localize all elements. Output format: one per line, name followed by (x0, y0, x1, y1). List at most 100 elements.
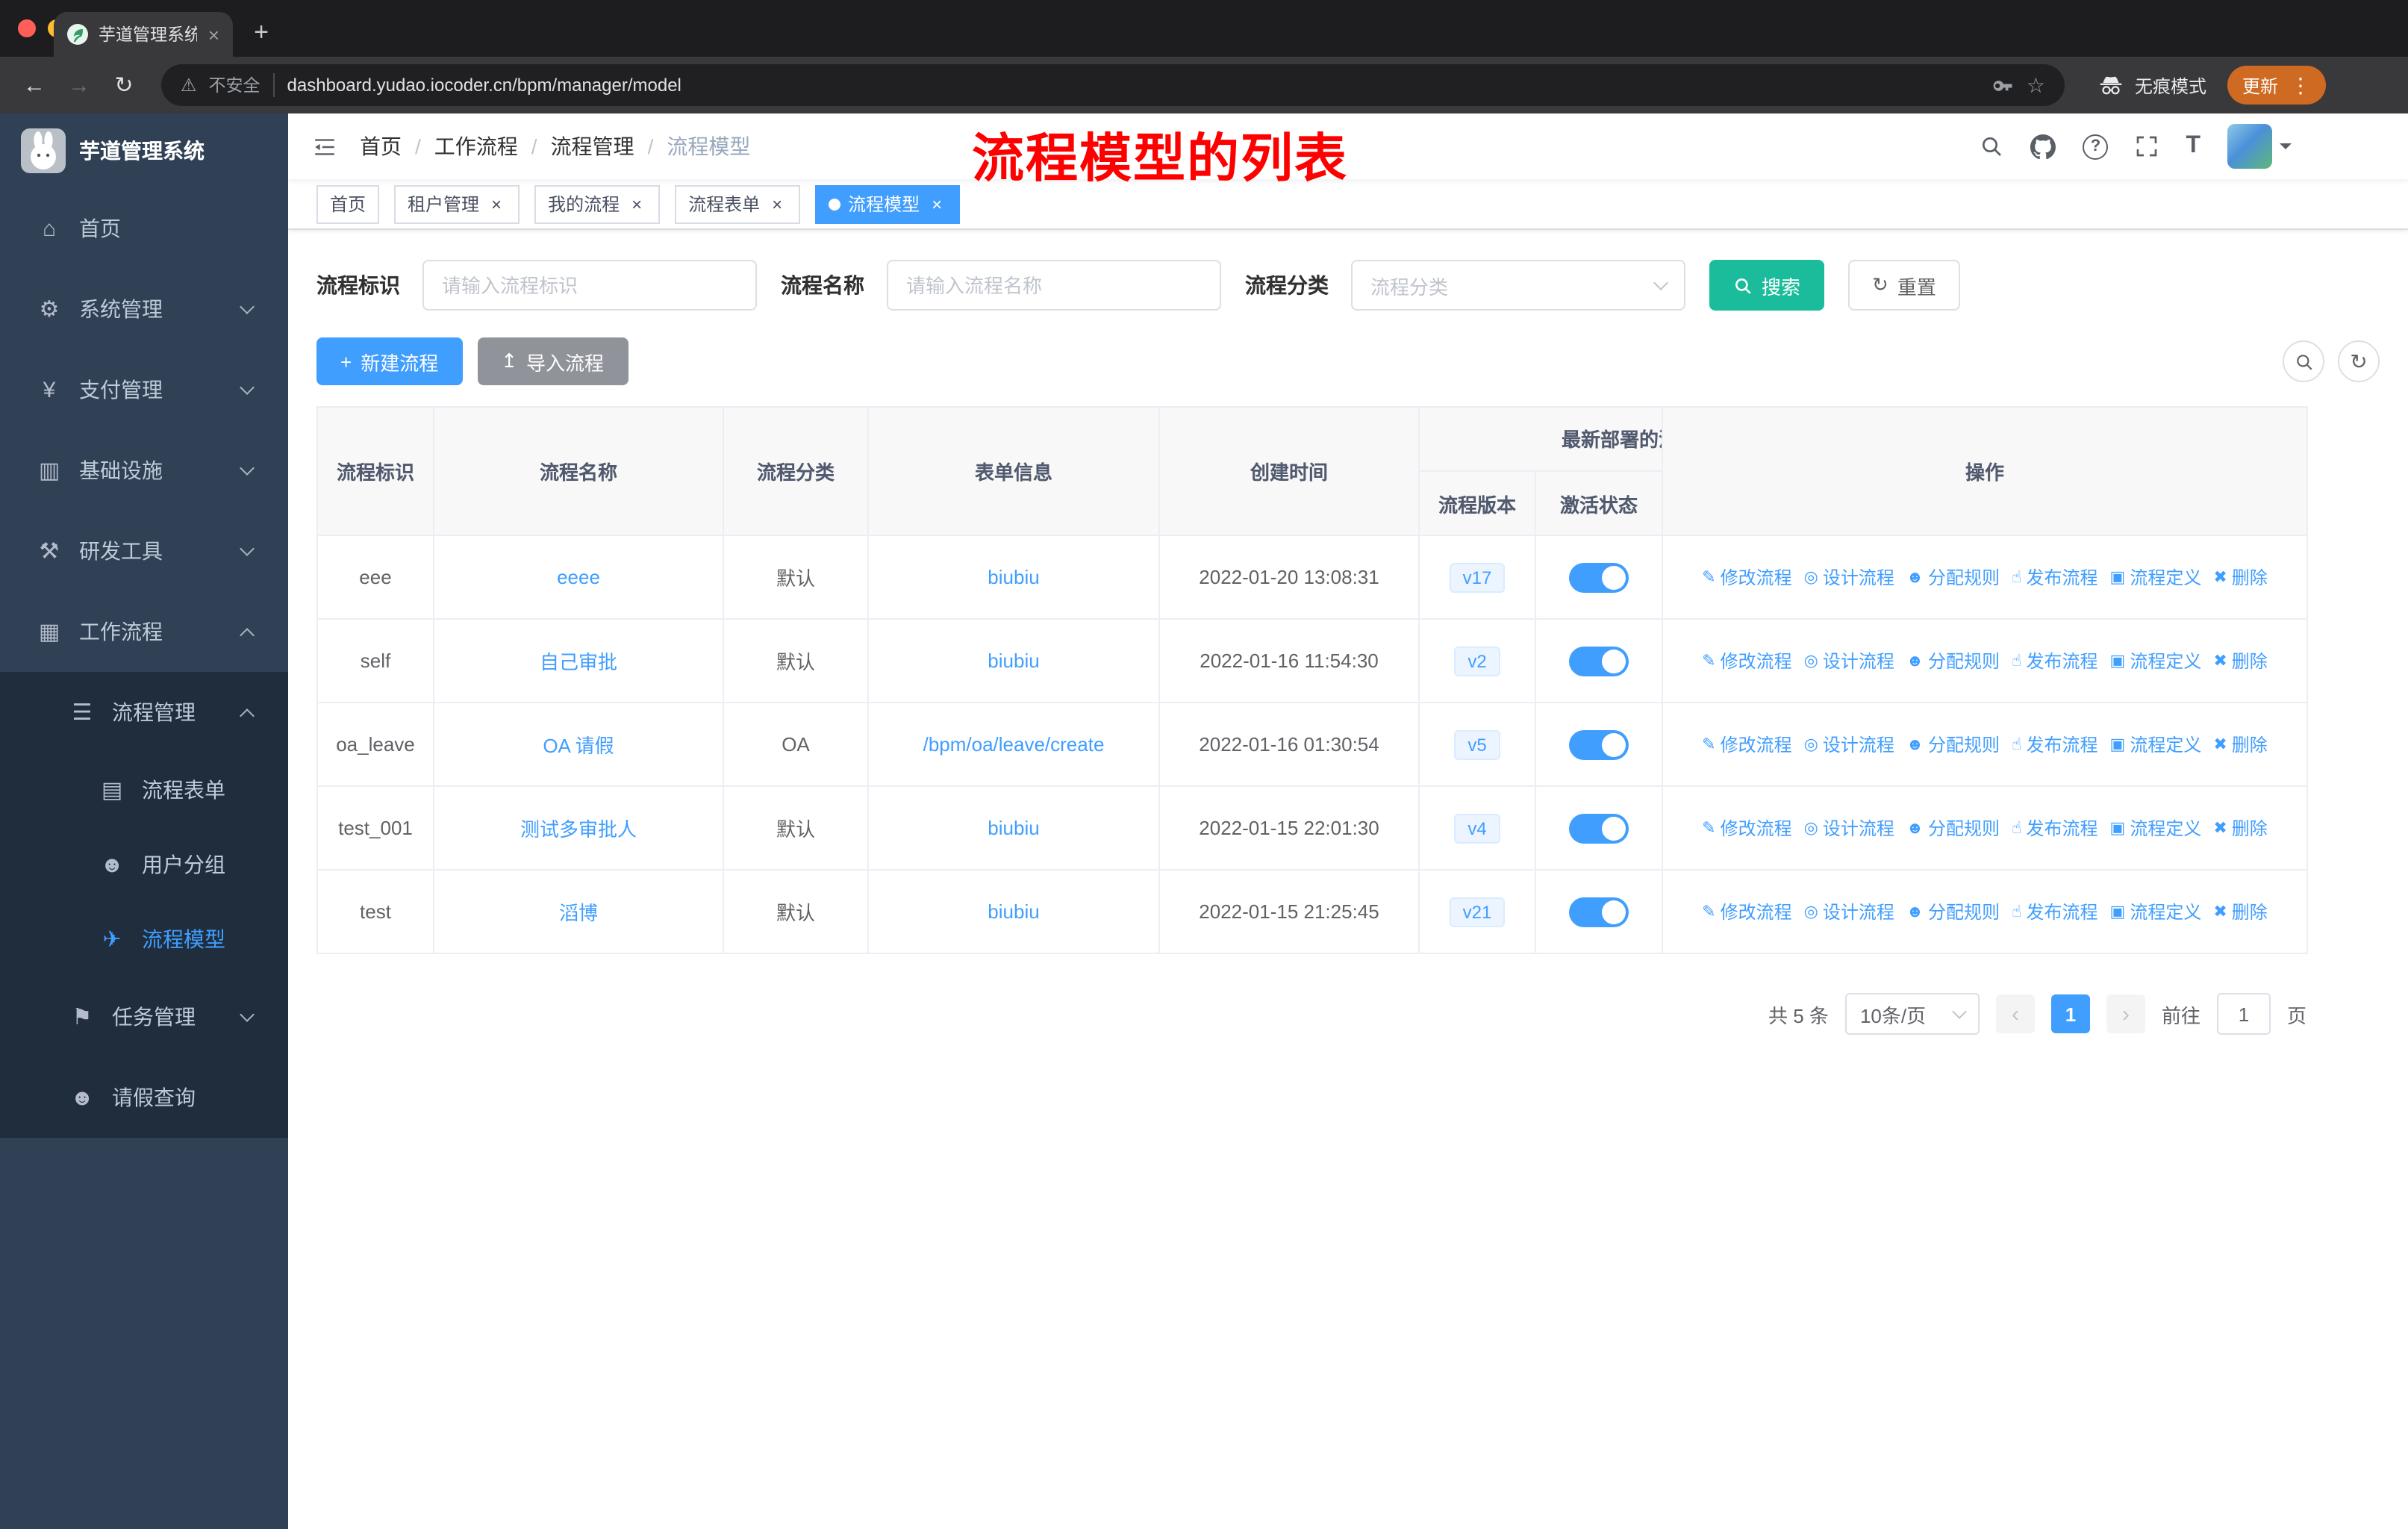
action-delete[interactable]: ✖ 删除 (2213, 564, 2267, 590)
action-modify[interactable]: ✎ 修改流程 (1702, 648, 1791, 673)
category-select[interactable]: 流程分类 (1351, 260, 1685, 311)
reset-button[interactable]: ↻ 重置 (1848, 260, 1960, 311)
action-deploy[interactable]: ☝ 发布流程 (2012, 732, 2097, 757)
reload-button[interactable]: ↻ (105, 72, 143, 99)
action-delete[interactable]: ✖ 删除 (2213, 732, 2267, 757)
sidebar-item-task-mgmt[interactable]: ⚑ 任务管理 (0, 977, 288, 1057)
sidebar-item-leave-query[interactable]: ☻ 请假查询 (0, 1057, 288, 1138)
bookmark-star-icon[interactable]: ☆ (2027, 72, 2045, 98)
sidebar-item-user-group[interactable]: ☻ 用户分组 (0, 827, 288, 902)
forward-button[interactable]: → (60, 72, 99, 98)
action-definition[interactable]: ▣ 流程定义 (2110, 815, 2202, 841)
action-delete[interactable]: ✖ 删除 (2213, 648, 2267, 673)
sidebar-item-process-mgmt[interactable]: ☰ 流程管理 (0, 672, 288, 753)
create-process-button[interactable]: + 新建流程 (316, 337, 463, 385)
import-process-button[interactable]: ↥ 导入流程 (477, 337, 628, 385)
font-size-icon[interactable]: T (2186, 133, 2200, 160)
goto-page-input[interactable] (2216, 993, 2271, 1035)
fullscreen-icon[interactable] (2135, 134, 2159, 158)
action-definition[interactable]: ▣ 流程定义 (2110, 732, 2202, 757)
breadcrumb-item[interactable]: 首页 (360, 131, 402, 161)
action-delete[interactable]: ✖ 删除 (2213, 815, 2267, 841)
search-button[interactable]: 搜索 (1709, 260, 1825, 311)
breadcrumb-item[interactable]: 工作流程 (434, 131, 518, 161)
model-name-link[interactable]: 滔博 (559, 902, 598, 924)
sidebar-item-workflow[interactable]: ▦ 工作流程 (0, 591, 288, 672)
sidebar-item-process-model[interactable]: ✈ 流程模型 (0, 902, 288, 977)
action-deploy[interactable]: ☝ 发布流程 (2012, 564, 2097, 590)
tag-close-icon[interactable]: × (487, 193, 506, 214)
form-info-link[interactable]: biubiu (988, 566, 1039, 588)
update-button[interactable]: 更新 ⋮ (2227, 66, 2326, 105)
user-avatar[interactable] (2227, 124, 2292, 169)
sidebar-item-system[interactable]: ⚙ 系统管理 (0, 269, 288, 349)
logo[interactable]: 芋道管理系统 (0, 113, 288, 188)
form-info-link[interactable]: /bpm/oa/leave/create (923, 733, 1105, 756)
key-icon[interactable] (1992, 74, 2015, 96)
model-name-link[interactable]: 自己审批 (540, 651, 617, 673)
active-toggle[interactable] (1569, 562, 1629, 592)
action-deploy[interactable]: ☝ 发布流程 (2012, 815, 2097, 841)
tag-process-form[interactable]: 流程表单 × (675, 184, 801, 223)
action-modify[interactable]: ✎ 修改流程 (1702, 815, 1791, 841)
action-assign[interactable]: ☻ 分配规则 (1906, 565, 2000, 591)
action-definition[interactable]: ▣ 流程定义 (2110, 648, 2202, 673)
process-name-input[interactable] (887, 260, 1221, 311)
action-design[interactable]: ◎ 设计流程 (1804, 815, 1894, 841)
action-assign[interactable]: ☻ 分配规则 (1906, 649, 2000, 674)
action-deploy[interactable]: ☝ 发布流程 (2012, 899, 2097, 924)
tag-my-process[interactable]: 我的流程 × (534, 184, 661, 223)
page-number-current[interactable]: 1 (2050, 994, 2090, 1033)
next-page-button[interactable]: › (2106, 994, 2145, 1033)
active-toggle[interactable] (1569, 813, 1629, 843)
model-name-link[interactable]: 测试多审批人 (520, 818, 637, 841)
refresh-table-button[interactable]: ↻ (2338, 340, 2380, 382)
sidebar-collapse-icon[interactable] (312, 134, 337, 159)
tag-close-icon[interactable]: × (627, 193, 646, 214)
form-info-link[interactable]: biubiu (988, 817, 1039, 839)
action-assign[interactable]: ☻ 分配规则 (1906, 900, 2000, 925)
action-assign[interactable]: ☻ 分配规则 (1906, 816, 2000, 841)
active-toggle[interactable] (1569, 729, 1629, 759)
sidebar-item-devtools[interactable]: ⚒ 研发工具 (0, 511, 288, 591)
search-icon[interactable] (1980, 134, 2003, 158)
browser-tab[interactable]: 芋道管理系统 × (54, 12, 233, 57)
process-key-input[interactable] (422, 260, 757, 311)
active-toggle[interactable] (1569, 897, 1629, 927)
help-icon[interactable]: ? (2083, 134, 2109, 159)
sidebar-item-process-form[interactable]: ▤ 流程表单 (0, 753, 288, 827)
sidebar-item-home[interactable]: ⌂ 首页 (0, 188, 288, 269)
action-modify[interactable]: ✎ 修改流程 (1702, 564, 1791, 590)
tag-close-icon[interactable]: × (927, 193, 946, 214)
action-design[interactable]: ◎ 设计流程 (1804, 648, 1894, 673)
action-deploy[interactable]: ☝ 发布流程 (2012, 648, 2097, 673)
tag-tenant[interactable]: 租户管理 × (394, 184, 520, 223)
github-icon[interactable] (2030, 134, 2056, 159)
action-design[interactable]: ◎ 设计流程 (1804, 564, 1894, 590)
active-toggle[interactable] (1569, 646, 1629, 676)
action-modify[interactable]: ✎ 修改流程 (1702, 732, 1791, 757)
action-delete[interactable]: ✖ 删除 (2213, 899, 2267, 924)
tag-close-icon[interactable]: × (767, 193, 787, 214)
action-modify[interactable]: ✎ 修改流程 (1702, 899, 1791, 924)
prev-page-button[interactable]: ‹ (1995, 994, 2035, 1033)
sidebar-item-payment[interactable]: ¥ 支付管理 (0, 349, 288, 430)
tag-home[interactable]: 首页 (316, 184, 380, 223)
model-name-link[interactable]: eeee (557, 566, 600, 588)
action-assign[interactable]: ☻ 分配规则 (1906, 732, 2000, 758)
menu-kebab-icon[interactable]: ⋮ (2290, 72, 2311, 98)
page-size-select[interactable]: 10条/页 (1844, 993, 1980, 1035)
back-button[interactable]: ← (15, 72, 54, 98)
model-name-link[interactable]: OA 请假 (543, 735, 614, 757)
sidebar-item-infrastructure[interactable]: ▥ 基础设施 (0, 430, 288, 511)
tag-process-model[interactable]: 流程模型 × (815, 184, 961, 223)
action-design[interactable]: ◎ 设计流程 (1804, 899, 1894, 924)
action-definition[interactable]: ▣ 流程定义 (2110, 564, 2202, 590)
new-tab-button[interactable]: + (245, 18, 278, 48)
action-definition[interactable]: ▣ 流程定义 (2110, 899, 2202, 924)
breadcrumb-item[interactable]: 流程管理 (551, 131, 634, 161)
action-design[interactable]: ◎ 设计流程 (1804, 732, 1894, 757)
window-close-button[interactable] (18, 19, 36, 37)
form-info-link[interactable]: biubiu (988, 900, 1039, 923)
toggle-search-button[interactable] (2283, 340, 2324, 382)
